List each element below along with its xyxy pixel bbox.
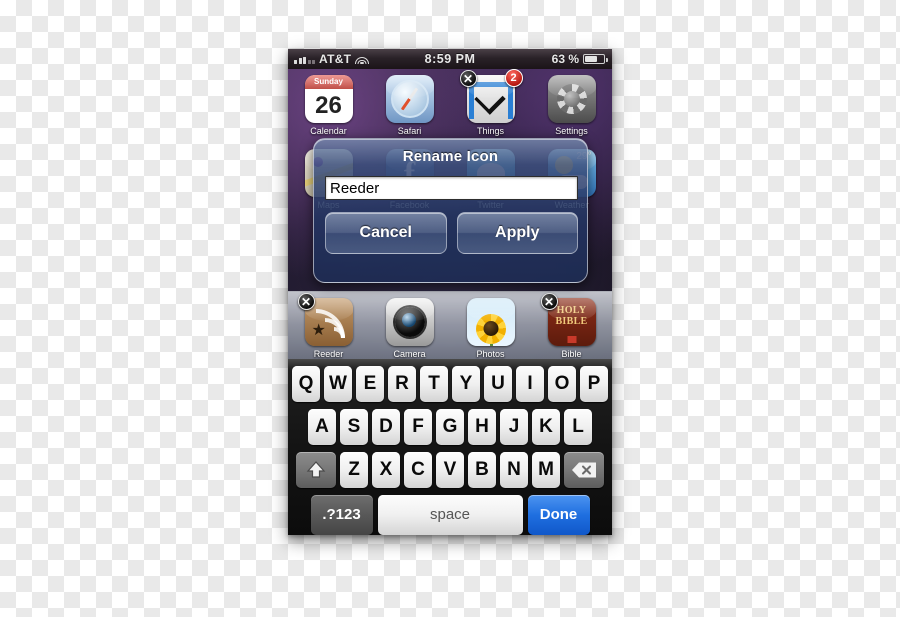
dock-label: Camera — [393, 349, 426, 359]
key-v[interactable]: V — [436, 452, 464, 488]
page-canvas: AT&T 8:59 PM 63 % Sunday 26 Calendar Saf… — [0, 0, 900, 617]
delete-icon-badge[interactable]: ✕ — [459, 70, 477, 87]
keyboard-row-2: A S D F G H J K L — [288, 409, 612, 445]
numbers-key[interactable]: .?123 — [310, 495, 373, 535]
delete-icon-badge[interactable]: ✕ — [540, 293, 558, 310]
dock-icon-reeder[interactable]: ✕ ★ Reeder — [297, 293, 356, 359]
app-icon-things[interactable]: ✕ 2 Things — [459, 69, 523, 136]
key-c[interactable]: C — [404, 452, 432, 488]
key-i[interactable]: I — [516, 366, 544, 402]
status-bar: AT&T 8:59 PM 63 % — [288, 49, 612, 69]
key-s[interactable]: S — [340, 409, 368, 445]
key-o[interactable]: O — [548, 366, 576, 402]
key-y[interactable]: Y — [452, 366, 480, 402]
dock-icon-photos[interactable]: Photos — [464, 298, 518, 359]
notification-count-badge: 2 — [504, 69, 523, 87]
status-bar-left: AT&T — [288, 52, 398, 66]
key-b[interactable]: B — [468, 452, 496, 488]
clock-label: 8:59 PM — [424, 52, 476, 66]
cancel-button[interactable]: Cancel — [325, 212, 447, 254]
dialog-button-row: Cancel Apply — [325, 212, 578, 254]
app-label: Safari — [397, 126, 422, 136]
photos-sunflower-icon — [466, 298, 515, 346]
dock-label: Photos — [476, 349, 505, 359]
key-h[interactable]: H — [468, 409, 496, 445]
key-t[interactable]: T — [420, 366, 448, 402]
key-l[interactable]: L — [564, 409, 592, 445]
dock: ✕ ★ Reeder Camera Photos ✕ HOLY BIBLE Bi… — [288, 291, 612, 359]
settings-gear-icon — [547, 75, 596, 123]
key-z[interactable]: Z — [340, 452, 368, 488]
key-e[interactable]: E — [356, 366, 384, 402]
key-r[interactable]: R — [388, 366, 416, 402]
key-w[interactable]: W — [324, 366, 352, 402]
backspace-key[interactable] — [564, 452, 604, 488]
key-m[interactable]: M — [532, 452, 560, 488]
wifi-icon — [355, 54, 370, 64]
dialog-title: Rename Icon — [402, 148, 499, 165]
onscreen-keyboard: Q W E R T Y U I O P A S D F G H J K L Z … — [288, 359, 612, 535]
dock-icon-camera[interactable]: Camera — [383, 298, 437, 359]
delete-icon-badge[interactable]: ✕ — [297, 293, 315, 310]
safari-icon — [385, 75, 434, 123]
key-p[interactable]: P — [580, 366, 608, 402]
signal-bars-icon — [294, 55, 315, 64]
key-d[interactable]: D — [372, 409, 400, 445]
status-bar-right: 63 % — [502, 52, 612, 66]
carrier-label: AT&T — [319, 52, 352, 66]
app-icon-settings[interactable]: Settings — [545, 75, 599, 136]
home-screen: Sunday 26 Calendar Safari ✕ 2 Things Set… — [288, 69, 612, 359]
dock-label: Reeder — [313, 349, 344, 359]
key-g[interactable]: G — [436, 409, 464, 445]
key-q[interactable]: Q — [292, 366, 320, 402]
calendar-day-label: Sunday — [304, 75, 353, 89]
backspace-icon — [572, 462, 596, 478]
key-a[interactable]: A — [308, 409, 336, 445]
key-x[interactable]: X — [372, 452, 400, 488]
shift-arrow-icon — [306, 461, 326, 478]
camera-icon — [385, 298, 434, 346]
apply-button[interactable]: Apply — [456, 212, 578, 254]
calendar-date-label: 26 — [315, 92, 342, 119]
keyboard-row-3: Z X C V B N M — [288, 452, 612, 488]
icon-name-input[interactable] — [325, 176, 578, 200]
key-u[interactable]: U — [484, 366, 512, 402]
app-icon-calendar[interactable]: Sunday 26 Calendar — [302, 75, 356, 136]
shift-key[interactable] — [296, 452, 336, 488]
app-label: Things — [476, 126, 504, 136]
home-icon-row-1: Sunday 26 Calendar Safari ✕ 2 Things Set… — [288, 69, 612, 136]
iphone-screen: AT&T 8:59 PM 63 % Sunday 26 Calendar Saf… — [288, 49, 612, 535]
app-label: Settings — [555, 126, 588, 136]
battery-percent-label: 63 % — [551, 52, 579, 66]
bible-line-1: HOLY — [556, 305, 587, 316]
bible-line-2: BIBLE — [555, 316, 588, 327]
key-k[interactable]: K — [532, 409, 560, 445]
keyboard-row-4: .?123 space Done — [288, 495, 612, 535]
done-key[interactable]: Done — [527, 495, 590, 535]
dock-icon-bible[interactable]: ✕ HOLY BIBLE Bible — [540, 293, 599, 359]
battery-icon — [583, 54, 608, 64]
key-j[interactable]: J — [500, 409, 528, 445]
keyboard-row-1: Q W E R T Y U I O P — [288, 366, 612, 402]
key-n[interactable]: N — [500, 452, 528, 488]
space-key[interactable]: space — [377, 495, 523, 535]
calendar-icon: Sunday 26 — [304, 75, 353, 123]
app-icon-safari[interactable]: Safari — [383, 75, 437, 136]
app-label: Calendar — [310, 126, 347, 136]
rename-icon-dialog: Rename Icon Cancel Apply — [313, 138, 588, 283]
dock-label: Bible — [561, 349, 582, 359]
key-f[interactable]: F — [404, 409, 432, 445]
